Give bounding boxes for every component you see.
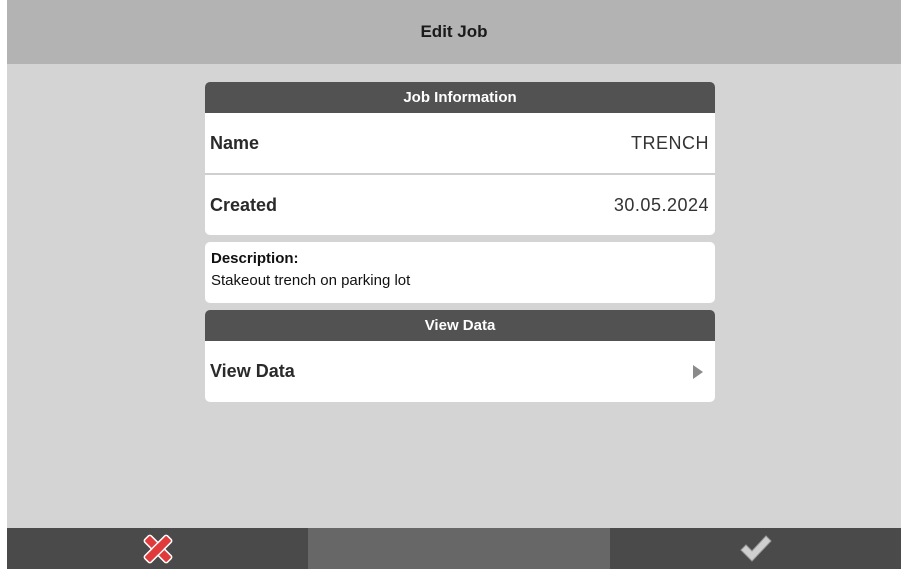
chevron-right-icon — [693, 364, 703, 379]
description-label: Description: — [211, 250, 299, 267]
cancel-button[interactable] — [7, 528, 308, 569]
view-data-header: View Data — [205, 310, 715, 341]
empty-toolbar-slot — [308, 528, 610, 569]
created-row: Created 30.05.2024 — [205, 175, 715, 235]
page-title: Edit Job — [420, 22, 488, 41]
description-box[interactable]: Description: Stakeout trench on parking … — [205, 242, 715, 303]
job-information-panel: Job Information Name TRENCH Created 30.0… — [205, 82, 715, 235]
checkmark-icon — [739, 534, 772, 562]
confirm-button[interactable] — [610, 528, 901, 569]
view-data-panel: View Data View Data — [205, 310, 715, 402]
name-value: TRENCH — [631, 132, 709, 153]
created-label: Created — [210, 194, 278, 215]
name-row[interactable]: Name TRENCH — [205, 113, 715, 173]
cancel-x-icon — [143, 534, 172, 563]
description-text: Stakeout trench on parking lot — [211, 272, 411, 289]
name-label: Name — [210, 132, 260, 153]
title-bar: Edit Job — [7, 0, 901, 64]
view-data-label: View Data — [210, 361, 295, 381]
job-information-header-label: Job Information — [403, 89, 517, 106]
bottom-toolbar — [7, 528, 901, 569]
created-value: 30.05.2024 — [613, 194, 709, 215]
app-window: Edit Job Job Information Name TRENCH Cre… — [7, 0, 901, 569]
view-data-header-label: View Data — [424, 317, 496, 334]
job-information-header: Job Information — [205, 82, 715, 113]
view-data-row[interactable]: View Data — [205, 341, 715, 402]
